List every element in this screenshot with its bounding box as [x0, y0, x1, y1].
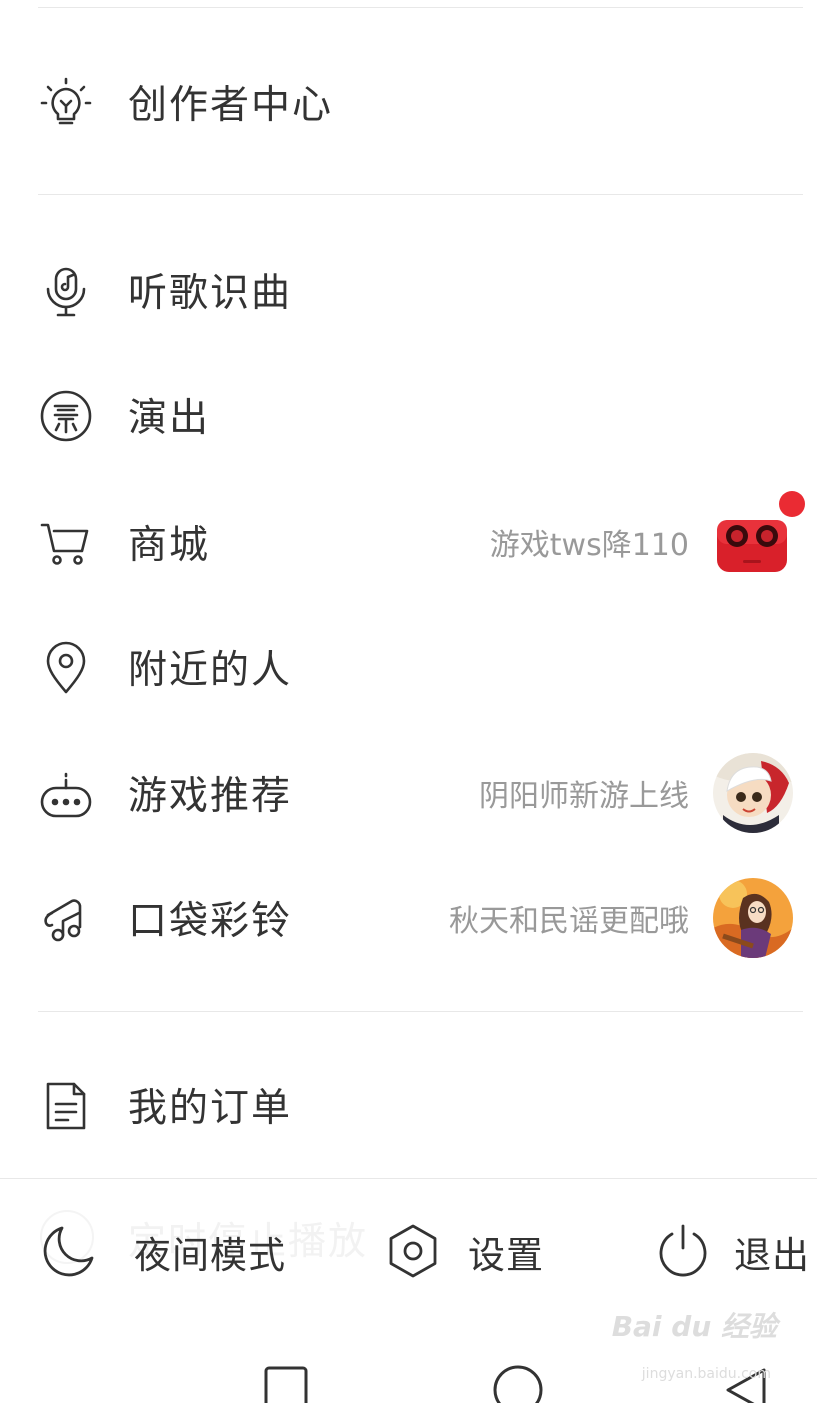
menu-item-my-orders[interactable]: 我的订单 — [0, 1050, 817, 1160]
top-divider — [38, 7, 803, 8]
menu-item-label: 演出 — [128, 396, 211, 441]
logout-label: 退出 — [734, 1234, 810, 1277]
menu-item-label: 创作者中心 — [128, 83, 334, 128]
moon-icon — [43, 1226, 94, 1277]
settings-button[interactable]: 设置 — [384, 1222, 564, 1282]
ringtone-promo-text: 秋天和民谣更配哦 — [449, 904, 689, 939]
square-icon — [264, 1366, 308, 1403]
menu-item-shows[interactable]: 演出 — [0, 360, 817, 470]
menu-item-game-recommend[interactable]: 游戏推荐 阴阳师新游上线 — [0, 738, 817, 848]
logout-button[interactable]: 退出 — [654, 1222, 817, 1282]
cart-icon — [38, 515, 94, 571]
section-divider — [38, 1011, 803, 1012]
settings-label: 设置 — [468, 1234, 544, 1277]
watermark-logo: Bai du 经验 — [611, 1310, 777, 1343]
game-character-thumbnail — [713, 753, 793, 833]
location-pin-icon — [38, 640, 94, 696]
bottom-bar-divider — [0, 1178, 817, 1179]
menu-item-label: 口袋彩铃 — [128, 899, 293, 944]
ticket-icon — [38, 388, 94, 444]
menu-item-pocket-ringtone[interactable]: 口袋彩铃 秋天和民谣更配哦 — [0, 863, 817, 973]
music-note-icon — [38, 891, 94, 947]
game-promo-text: 阴阳师新游上线 — [479, 779, 689, 814]
menu-item-nearby-people[interactable]: 附近的人 — [0, 612, 817, 722]
settings-hexagon-icon — [389, 1224, 437, 1278]
recents-button[interactable] — [264, 1364, 308, 1403]
home-button[interactable] — [492, 1364, 544, 1403]
notification-dot — [779, 491, 805, 517]
watermark-url: jingyan.baidu.com — [641, 1366, 771, 1382]
menu-item-label: 商城 — [128, 523, 211, 568]
menu-item-label: 附近的人 — [128, 648, 293, 693]
lightbulb-icon — [38, 75, 94, 131]
bottom-action-bar: 定时停止播放 夜间模式 设置 退出 — [0, 1180, 817, 1320]
menu-item-label: 游戏推荐 — [128, 774, 293, 819]
menu-item-label: 听歌识曲 — [128, 271, 293, 316]
menu-item-store[interactable]: 商城 游戏tws降110 — [0, 487, 817, 597]
power-icon — [659, 1224, 707, 1277]
mic-icon — [38, 263, 94, 319]
gamepad-icon — [38, 766, 94, 822]
store-promo-text: 游戏tws降110 — [489, 528, 689, 563]
section-divider — [38, 194, 803, 195]
menu-item-creator-center[interactable]: 创作者中心 — [0, 47, 817, 157]
night-mode-button[interactable]: 夜间模式 — [40, 1222, 310, 1282]
folk-girl-thumbnail — [713, 878, 793, 958]
night-mode-label: 夜间模式 — [134, 1234, 286, 1277]
menu-item-song-recognition[interactable]: 听歌识曲 — [0, 235, 817, 345]
earbuds-thumbnail — [713, 502, 793, 582]
document-icon — [38, 1078, 94, 1134]
circle-icon — [493, 1365, 543, 1403]
menu-item-label: 我的订单 — [128, 1086, 293, 1131]
